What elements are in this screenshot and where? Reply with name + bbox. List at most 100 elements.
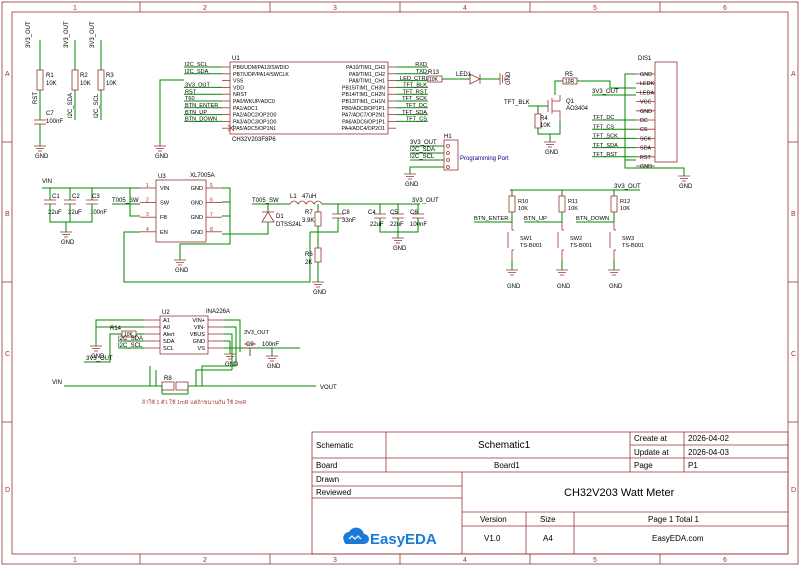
mcu-left-net-label: I2C_SCL: [185, 62, 208, 68]
regulator-right-pin-label: GND: [191, 186, 203, 192]
display-net-label: TFT_SDA: [593, 143, 618, 149]
reg-caps-gnd-symbol: [60, 231, 72, 238]
tb-board-name: Board1: [494, 461, 520, 470]
display-pin-label: LEDK: [640, 81, 654, 87]
regulator-left-pin-label: EN: [160, 230, 168, 236]
tb-update-date: 2026-04-03: [688, 448, 729, 457]
c4-value: 22uF: [370, 222, 384, 228]
led-gnd-symbol: [499, 73, 506, 85]
regulator-right-pin-number: 6: [210, 198, 213, 204]
display-gnd-label: GND: [679, 184, 693, 190]
button-r-value: 10K: [518, 206, 528, 212]
r8-ref: R8: [164, 376, 172, 382]
tb-project-title: CH32V203 Watt Meter: [564, 487, 675, 499]
mcu-left-pin-label: PA0/WKUP/ADC0: [233, 99, 275, 105]
r1-ref: R1: [46, 73, 54, 79]
button-gnd-symbol: [556, 269, 568, 276]
r8-shunt-1: [161, 381, 175, 391]
c5-value: 22uF: [390, 222, 404, 228]
c2-ref: C2: [72, 194, 80, 200]
l1-value: 47uH: [302, 194, 316, 200]
button-net-label: BTN_ENTER: [474, 216, 508, 222]
r3-resistor: [97, 69, 105, 91]
regulator-ref: U3: [158, 174, 166, 180]
regulator-right-pin-number: 8: [210, 227, 213, 233]
d1-diode: [261, 211, 275, 223]
buck-caps-gnd-symbol: [392, 237, 404, 244]
sheet-border: [1, 1, 799, 565]
sda-net-label: I2C_SDA: [68, 93, 74, 118]
button-sw-part: TS-B001: [520, 243, 542, 249]
regulator-left-pin-number: 1: [146, 183, 149, 189]
sensor-vout-net: VOUT: [320, 385, 337, 391]
reg-caps-gnd-label: GND: [61, 240, 75, 246]
mcu-left-pin-label: PB7/UDP/PA14/SWCLK: [233, 72, 289, 78]
tb-page-count: Page 1 Total 1: [648, 515, 700, 524]
sensor-right-pin-label: VIN+: [192, 318, 205, 324]
display-pin-label: RST: [640, 155, 651, 161]
col-label-6: 6: [723, 5, 727, 12]
mcu-right-pin-label: PA4/ADC4/OP2O1: [342, 126, 386, 132]
sensor-left-pin-label: SCL: [163, 346, 174, 352]
button-r-value: 10K: [620, 206, 630, 212]
tb-label-schematic: Schematic: [316, 441, 353, 450]
display-dis1: DIS1 GND LEDK LEDA VCC GND DC CS SCK SDA RST GND TF…: [592, 56, 693, 190]
mcu-left-net-label: 3V3_OUT: [185, 83, 210, 89]
sensor-part: INA226A: [206, 309, 230, 315]
r5-value: 10R: [565, 79, 575, 85]
shunt-note: ถ้าใช้ 1 ตัว ใช้ 1mR แต่ถ้าขนานกัน ใช้ 2…: [142, 399, 246, 406]
sensor-right-pin-label: GND: [193, 339, 205, 345]
button-gnd-symbol: [506, 269, 518, 276]
title-block: Schematic Schematic1 Create at 2026-04-0…: [311, 431, 789, 555]
rst-net-label: RST: [33, 92, 39, 104]
tb-label-drawn: Drawn: [316, 475, 339, 484]
l1-inductor: [289, 200, 323, 205]
h1-net-scl: I2C_SCL: [410, 154, 435, 160]
tb-label-create: Create at: [634, 434, 668, 443]
mcu-left-pin-label: VSS: [233, 79, 244, 85]
r7-ref: R7: [305, 210, 313, 216]
display-pin-label: SDA: [640, 146, 651, 152]
c6-ref: C6: [410, 210, 418, 216]
r2-resistor: [71, 69, 79, 91]
button-gnd-label: GND: [609, 284, 623, 290]
tb-site: EasyEDA.com: [652, 534, 704, 543]
regulator-left-pin-label: FB: [160, 215, 167, 221]
sheet-inner-border: [11, 11, 789, 555]
regulator-left-pin-label: SW: [160, 201, 170, 207]
sensor-vcc-net-left: 3V3_OUT: [86, 356, 113, 362]
mcu-gnd-symbol: [154, 145, 166, 152]
buck-out-net-label: 3V3_OUT: [412, 198, 439, 204]
col-label-3: 3: [333, 5, 337, 12]
mcu-right-net-label: RXD: [415, 62, 427, 68]
button-net-label: BTN_UP: [524, 216, 547, 222]
mcu-left-pin-label: NRST: [233, 92, 248, 98]
col-label-1-bottom: 1: [73, 557, 77, 564]
col-label-3-bottom: 3: [333, 557, 337, 564]
mcu-right-net-label: TFT_CS: [406, 117, 427, 123]
tft-blk-net: TFT_BLK: [504, 100, 530, 106]
mcu-right-pin-label: PA8/TIM1_CH1: [349, 79, 385, 85]
regulator-left-pin-number: 4: [146, 227, 149, 233]
c9-ref: C9: [246, 342, 254, 348]
header-h1-body: [443, 139, 459, 171]
r2-value: 10K: [80, 81, 91, 87]
mcu-right-net-label: TFT_DC: [406, 103, 427, 109]
display-net-label: TFT_RST: [593, 152, 618, 158]
row-label-b: B: [5, 211, 10, 218]
sensor-gnd-label: GND: [225, 362, 239, 368]
pullup-block: 3V3_OUT 3V3_OUT 3V3_OUT R1 10K R2 10K R3…: [26, 21, 117, 160]
sensor-right-pin-label: VS: [198, 346, 206, 352]
mcu-right-net-label: TFT_SDA: [402, 110, 427, 116]
regulator-right-pin-number: 5: [210, 183, 213, 189]
button-gnd-label: GND: [557, 284, 571, 290]
buttons-block: 3V3_OUT R1010KBTN_ENTERSW1TS-B001GNDR111…: [474, 184, 644, 290]
easyeda-logo-icon: [343, 527, 369, 544]
r6-gnd-symbol: [312, 281, 324, 288]
col-label-2: 2: [203, 5, 207, 12]
sensor-ref: U2: [162, 310, 170, 316]
row-label-a: A: [5, 71, 10, 78]
display-pin-label: SCK: [640, 136, 651, 142]
col-label-1: 1: [73, 5, 77, 12]
mcu-left-pin-label: VDD: [233, 85, 244, 91]
